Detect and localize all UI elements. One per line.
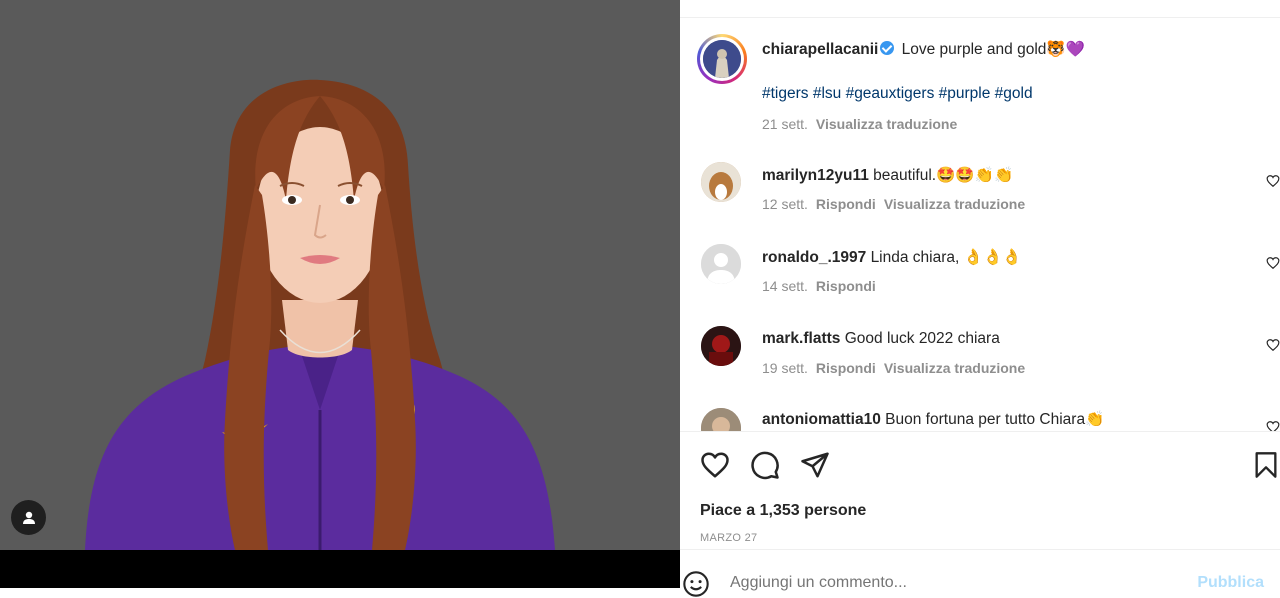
comment-text: beautiful. xyxy=(873,167,937,184)
caption-translate-link[interactable]: Visualizza traduzione xyxy=(816,116,957,132)
panel-header xyxy=(680,0,1280,18)
comment-like-heart-icon[interactable] xyxy=(1266,174,1280,188)
post-side-panel: chiarapellacanii Love purple and gold🐯💜 … xyxy=(680,0,1280,597)
post-photo xyxy=(0,0,680,550)
comment-emoji: 👌👌👌 xyxy=(963,248,1022,266)
comment-row: antoniomattia10 Buon fortuna per tutto C… xyxy=(680,404,1280,431)
reply-link[interactable]: Rispondi xyxy=(816,278,876,294)
author-username[interactable]: chiarapellacanii xyxy=(762,41,878,58)
comment-row: marilyn12yu11 beautiful.🤩🤩👏👏 12 sett. Ris… xyxy=(680,158,1280,228)
comment-time[interactable]: 12 sett. xyxy=(762,196,808,212)
user-tag-icon xyxy=(22,511,35,524)
caption-text: Love purple and gold xyxy=(901,41,1047,58)
commenter-avatar[interactable] xyxy=(701,162,741,202)
comment-emoji: 👏 xyxy=(1085,410,1105,428)
comment-input[interactable] xyxy=(730,574,1130,592)
comment-username[interactable]: ronaldo_.1997 xyxy=(762,249,866,266)
translate-link[interactable]: Visualizza traduzione xyxy=(884,360,1025,376)
comment-username[interactable]: antoniomattia10 xyxy=(762,411,881,428)
translate-link[interactable]: Visualizza traduzione xyxy=(884,196,1025,212)
comment-row: mark.flatts Good luck 2022 chiara 19 set… xyxy=(680,322,1280,392)
comment-username[interactable]: marilyn12yu11 xyxy=(762,167,869,184)
reply-link[interactable]: Rispondi xyxy=(816,196,876,212)
comment-like-heart-icon[interactable] xyxy=(1266,256,1280,270)
comment-like-heart-icon[interactable] xyxy=(1266,338,1280,352)
post-media[interactable] xyxy=(0,0,680,588)
emoji-smile-icon[interactable] xyxy=(682,570,710,598)
comment-time[interactable]: 19 sett. xyxy=(762,360,808,376)
likes-count[interactable]: Piace a 1,353 persone xyxy=(700,502,866,520)
commenter-avatar[interactable] xyxy=(701,408,741,431)
comment-username[interactable]: mark.flatts xyxy=(762,330,840,347)
comment-icon[interactable] xyxy=(750,450,780,480)
comments-list[interactable]: chiarapellacanii Love purple and gold🐯💜 … xyxy=(680,18,1280,431)
share-icon[interactable] xyxy=(800,450,830,480)
comment-like-heart-icon[interactable] xyxy=(1266,420,1280,431)
user-tag-button[interactable] xyxy=(11,500,46,535)
post-actions: Piace a 1,353 persone MARZO 27 Pubblica xyxy=(680,431,1280,597)
commenter-avatar[interactable] xyxy=(701,244,741,284)
heart-icon[interactable] xyxy=(700,450,730,480)
author-avatar-ring[interactable] xyxy=(697,34,747,84)
author-avatar xyxy=(703,40,741,78)
publish-button[interactable]: Pubblica xyxy=(1197,574,1264,592)
caption-row: chiarapellacanii Love purple and gold🐯💜 … xyxy=(680,18,1280,148)
post-date[interactable]: MARZO 27 xyxy=(700,532,757,544)
caption-emoji: 🐯💜 xyxy=(1046,40,1086,58)
comment-text: Good luck 2022 chiara xyxy=(844,330,1000,347)
comment-text: Buon fortuna per tutto Chiara xyxy=(885,411,1086,428)
commenter-avatar[interactable] xyxy=(701,326,741,366)
verified-badge-icon xyxy=(880,41,895,55)
comment-row: ronaldo_.1997 Linda chiara, 👌👌👌 14 sett.… xyxy=(680,240,1280,310)
comment-text: Linda chiara, xyxy=(870,249,960,266)
comment-emoji: 🤩🤩👏👏 xyxy=(936,166,1014,184)
comment-time[interactable]: 14 sett. xyxy=(762,278,808,294)
person-illustration xyxy=(85,79,555,550)
caption-time[interactable]: 21 sett. xyxy=(762,116,808,132)
caption-hashtags[interactable]: #tigers #lsu #geauxtigers #purple #gold xyxy=(762,85,1033,103)
bookmark-icon[interactable] xyxy=(1252,450,1280,480)
reply-link[interactable]: Rispondi xyxy=(816,360,876,376)
add-comment-bar: Pubblica xyxy=(680,549,1280,597)
